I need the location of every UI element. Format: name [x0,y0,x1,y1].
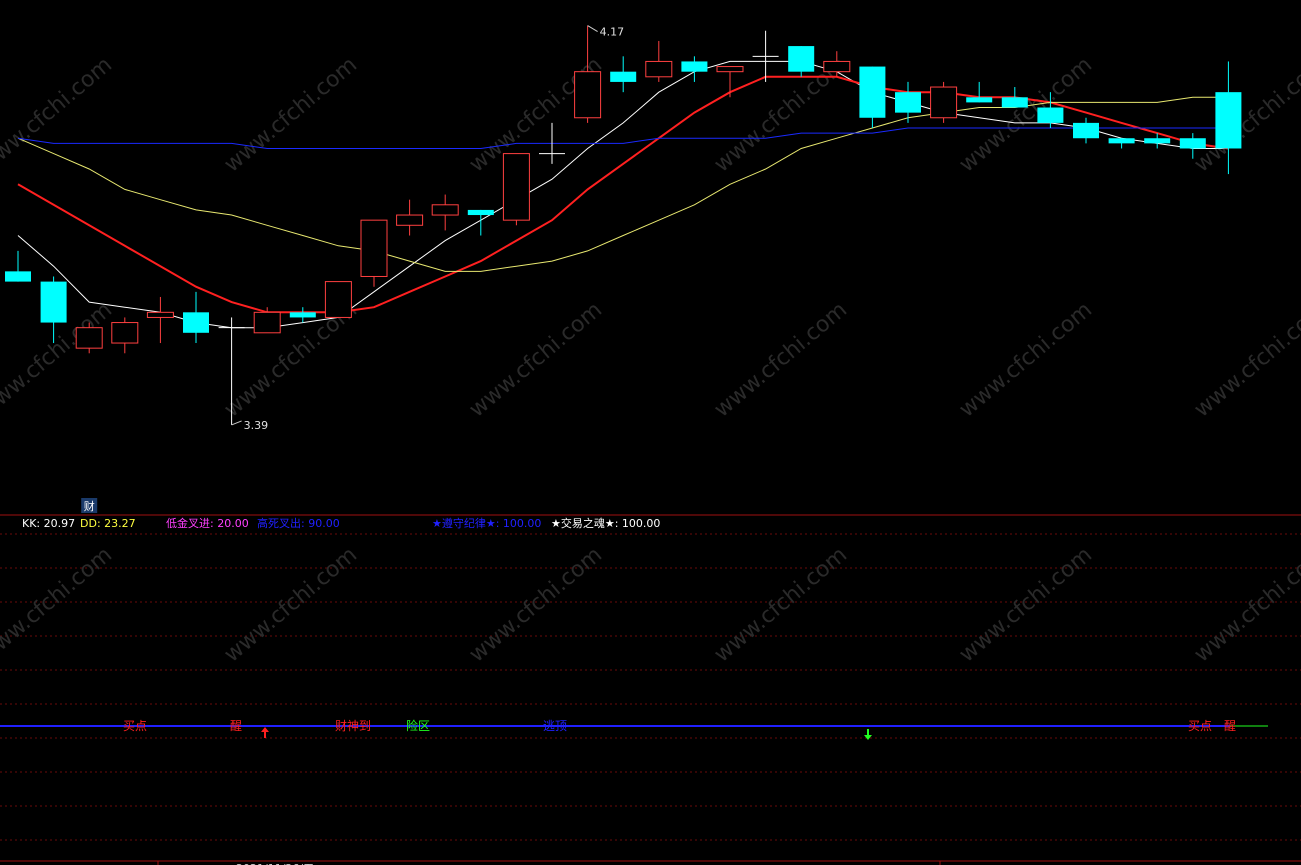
cai-label: 财 [84,499,95,513]
candle-body [183,312,209,333]
candle [681,56,708,82]
indicator-legend: KK: 20.97 DD: 23.27 低金叉进: 20.00 高死叉出: 90.00… [22,516,660,530]
candle-body [75,327,103,349]
candle-body [681,61,708,72]
candle [574,25,602,123]
signal-label: 险区 [406,718,430,733]
candle-body [610,71,637,82]
candle-body [111,322,139,344]
watermark-text: www.cfchi.com [0,52,117,177]
candle-body [1179,138,1206,149]
candle-body [360,219,388,277]
legend-item: ★遵守纪律★: 100.00 [432,516,541,530]
candle [183,291,209,344]
candle [253,307,281,334]
chart-grid [0,514,1301,862]
candle-body [1215,92,1242,149]
candle [645,40,673,82]
watermark-text: www.cfchi.com [220,52,362,177]
signal-arrow-up [261,727,269,738]
candle [5,250,31,282]
signal-label: 醒 [1224,719,1236,733]
candle [360,219,388,287]
high-label: 4.17 [600,26,625,39]
candle-body [645,60,673,78]
signal-label: 醒 [230,719,242,733]
candle [930,81,958,123]
candle-body [930,86,958,119]
ma-line-4 [17,127,1229,149]
candle [396,199,424,236]
watermark-text: www.cfchi.com [220,542,362,667]
candle-body [502,153,530,221]
candle-body [5,271,31,282]
watermark-text: www.cfchi.com [465,297,607,422]
candle [752,30,779,82]
candle [467,209,494,236]
watermark-text: www.cfchi.com [1190,297,1301,422]
low-label: 3.39 [244,419,269,432]
candle-body [253,311,281,334]
legend-item: 低金叉进: 20.00 [166,516,249,530]
candle [1073,117,1099,144]
candle [859,66,886,128]
legend-item: ★交易之魂★: 100.00 [551,516,660,530]
candle-body [1108,138,1135,144]
signal-label: 逃顶 [543,719,567,733]
candle-body [1001,97,1028,108]
signal-label: 买点 [1188,719,1212,733]
candle-body [40,281,67,323]
candle [966,81,993,103]
watermark-text: www.cfchi.com [955,297,1097,422]
candle-body [823,60,851,73]
legend-item: 高死叉出: 90.00 [257,516,340,530]
candle-body [788,46,815,72]
moving-average-lines [17,60,1229,329]
watermark-text: www.cfchi.com [955,52,1097,177]
candle-body [895,92,921,113]
candle [788,46,815,77]
candle [716,66,744,98]
candle-body [324,281,352,318]
candle-body [146,311,174,318]
arrow-head [261,727,269,732]
candle-body [431,204,459,216]
candle-body [716,66,744,73]
watermark-text: www.cfchi.com [1190,52,1301,177]
candle-body [1073,122,1099,139]
watermark-text: www.cfchi.com [0,542,117,667]
candle-body [467,209,494,216]
date-bar: 2021/11/26/五 [157,861,941,865]
legend-item: KK: 20.97 [22,517,75,530]
signal-label: 买点 [123,719,147,733]
watermark-text: www.cfchi.com [710,297,852,422]
watermark-text: www.cfchi.com [710,542,852,667]
candle-body [396,214,424,226]
candle [324,281,352,318]
candle-body [574,71,602,119]
candle-body [1144,138,1171,144]
stock-chart: www.cfchi.com www.cfchi.com www.cfchi.com w… [0,25,1301,865]
candle [431,194,459,231]
candle-body [966,97,993,103]
candle-body [289,312,316,318]
candle [289,307,316,323]
legend-item: DD: 23.27 [80,517,136,530]
candle-body [1037,107,1064,123]
watermark-text: www.cfchi.com [955,542,1097,667]
candle [146,296,174,344]
candle-body [859,66,886,118]
watermark-text: www.cfchi.com [465,542,607,667]
candle [610,56,637,93]
high-pointer [587,25,598,33]
watermark-text: www.cfchi.com [1190,542,1301,667]
candle [111,317,139,354]
candle [1001,87,1028,108]
signal-label: 财神到 [335,719,371,733]
candle [1108,138,1135,149]
signal-row: 买点醒财神到 险区 逃顶 买点醒 [0,718,1268,740]
candle [502,153,530,226]
